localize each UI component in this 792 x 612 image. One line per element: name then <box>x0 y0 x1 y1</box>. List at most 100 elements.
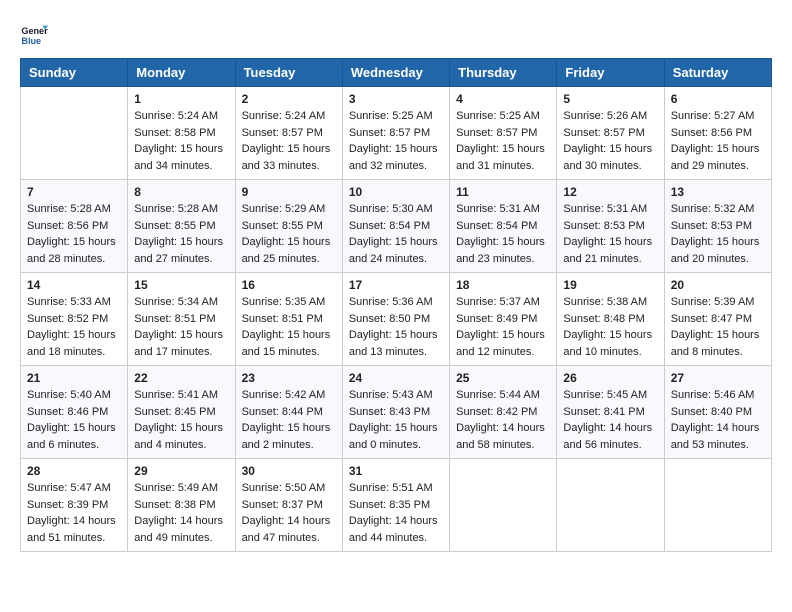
sunrise-text: Sunrise: 5:31 AM <box>456 203 540 215</box>
calendar-cell: 5 Sunrise: 5:26 AM Sunset: 8:57 PM Dayli… <box>557 87 664 180</box>
header-cell-sunday: Sunday <box>21 59 128 87</box>
sunset-text: Sunset: 8:57 PM <box>242 127 323 139</box>
sunset-text: Sunset: 8:48 PM <box>563 313 644 325</box>
day-info: Sunrise: 5:51 AM Sunset: 8:35 PM Dayligh… <box>349 480 443 546</box>
calendar-cell: 26 Sunrise: 5:45 AM Sunset: 8:41 PM Dayl… <box>557 366 664 459</box>
sunset-text: Sunset: 8:54 PM <box>456 220 537 232</box>
calendar-cell: 2 Sunrise: 5:24 AM Sunset: 8:57 PM Dayli… <box>235 87 342 180</box>
sunset-text: Sunset: 8:55 PM <box>242 220 323 232</box>
day-info: Sunrise: 5:31 AM Sunset: 8:53 PM Dayligh… <box>563 201 657 267</box>
daylight-text: Daylight: 15 hours and 24 minutes. <box>349 236 438 265</box>
day-number: 15 <box>134 278 228 292</box>
sunset-text: Sunset: 8:37 PM <box>242 499 323 511</box>
svg-text:Blue: Blue <box>21 36 41 46</box>
sunrise-text: Sunrise: 5:28 AM <box>134 203 218 215</box>
daylight-text: Daylight: 15 hours and 13 minutes. <box>349 329 438 358</box>
sunrise-text: Sunrise: 5:36 AM <box>349 296 433 308</box>
day-number: 13 <box>671 185 765 199</box>
sunset-text: Sunset: 8:45 PM <box>134 406 215 418</box>
calendar-cell: 11 Sunrise: 5:31 AM Sunset: 8:54 PM Dayl… <box>450 180 557 273</box>
sunrise-text: Sunrise: 5:34 AM <box>134 296 218 308</box>
daylight-text: Daylight: 14 hours and 56 minutes. <box>563 422 652 451</box>
sunset-text: Sunset: 8:43 PM <box>349 406 430 418</box>
daylight-text: Daylight: 15 hours and 29 minutes. <box>671 143 760 172</box>
sunrise-text: Sunrise: 5:38 AM <box>563 296 647 308</box>
day-info: Sunrise: 5:33 AM Sunset: 8:52 PM Dayligh… <box>27 294 121 360</box>
day-info: Sunrise: 5:50 AM Sunset: 8:37 PM Dayligh… <box>242 480 336 546</box>
day-number: 8 <box>134 185 228 199</box>
calendar-cell: 15 Sunrise: 5:34 AM Sunset: 8:51 PM Dayl… <box>128 273 235 366</box>
sunset-text: Sunset: 8:49 PM <box>456 313 537 325</box>
calendar-cell: 3 Sunrise: 5:25 AM Sunset: 8:57 PM Dayli… <box>342 87 449 180</box>
day-info: Sunrise: 5:24 AM Sunset: 8:58 PM Dayligh… <box>134 108 228 174</box>
calendar-cell: 22 Sunrise: 5:41 AM Sunset: 8:45 PM Dayl… <box>128 366 235 459</box>
sunrise-text: Sunrise: 5:30 AM <box>349 203 433 215</box>
sunset-text: Sunset: 8:52 PM <box>27 313 108 325</box>
sunrise-text: Sunrise: 5:51 AM <box>349 482 433 494</box>
day-number: 30 <box>242 464 336 478</box>
logo: General Blue <box>20 20 48 48</box>
sunrise-text: Sunrise: 5:46 AM <box>671 389 755 401</box>
daylight-text: Daylight: 15 hours and 18 minutes. <box>27 329 116 358</box>
day-info: Sunrise: 5:25 AM Sunset: 8:57 PM Dayligh… <box>456 108 550 174</box>
daylight-text: Daylight: 15 hours and 20 minutes. <box>671 236 760 265</box>
day-info: Sunrise: 5:42 AM Sunset: 8:44 PM Dayligh… <box>242 387 336 453</box>
daylight-text: Daylight: 15 hours and 28 minutes. <box>27 236 116 265</box>
sunset-text: Sunset: 8:51 PM <box>134 313 215 325</box>
sunset-text: Sunset: 8:42 PM <box>456 406 537 418</box>
day-number: 24 <box>349 371 443 385</box>
sunrise-text: Sunrise: 5:24 AM <box>134 110 218 122</box>
daylight-text: Daylight: 14 hours and 49 minutes. <box>134 515 223 544</box>
daylight-text: Daylight: 15 hours and 2 minutes. <box>242 422 331 451</box>
sunrise-text: Sunrise: 5:28 AM <box>27 203 111 215</box>
sunrise-text: Sunrise: 5:44 AM <box>456 389 540 401</box>
day-number: 12 <box>563 185 657 199</box>
calendar-cell: 19 Sunrise: 5:38 AM Sunset: 8:48 PM Dayl… <box>557 273 664 366</box>
sunrise-text: Sunrise: 5:39 AM <box>671 296 755 308</box>
sunrise-text: Sunrise: 5:24 AM <box>242 110 326 122</box>
day-number: 16 <box>242 278 336 292</box>
day-info: Sunrise: 5:37 AM Sunset: 8:49 PM Dayligh… <box>456 294 550 360</box>
daylight-text: Daylight: 15 hours and 21 minutes. <box>563 236 652 265</box>
day-info: Sunrise: 5:26 AM Sunset: 8:57 PM Dayligh… <box>563 108 657 174</box>
day-info: Sunrise: 5:40 AM Sunset: 8:46 PM Dayligh… <box>27 387 121 453</box>
day-info: Sunrise: 5:28 AM Sunset: 8:55 PM Dayligh… <box>134 201 228 267</box>
calendar-cell: 30 Sunrise: 5:50 AM Sunset: 8:37 PM Dayl… <box>235 459 342 552</box>
calendar-cell: 28 Sunrise: 5:47 AM Sunset: 8:39 PM Dayl… <box>21 459 128 552</box>
daylight-text: Daylight: 15 hours and 32 minutes. <box>349 143 438 172</box>
daylight-text: Daylight: 15 hours and 34 minutes. <box>134 143 223 172</box>
daylight-text: Daylight: 15 hours and 8 minutes. <box>671 329 760 358</box>
day-number: 3 <box>349 92 443 106</box>
sunset-text: Sunset: 8:57 PM <box>563 127 644 139</box>
calendar-cell: 12 Sunrise: 5:31 AM Sunset: 8:53 PM Dayl… <box>557 180 664 273</box>
header-cell-friday: Friday <box>557 59 664 87</box>
header-cell-thursday: Thursday <box>450 59 557 87</box>
daylight-text: Daylight: 15 hours and 10 minutes. <box>563 329 652 358</box>
daylight-text: Daylight: 15 hours and 0 minutes. <box>349 422 438 451</box>
day-number: 6 <box>671 92 765 106</box>
sunset-text: Sunset: 8:55 PM <box>134 220 215 232</box>
day-info: Sunrise: 5:41 AM Sunset: 8:45 PM Dayligh… <box>134 387 228 453</box>
sunrise-text: Sunrise: 5:33 AM <box>27 296 111 308</box>
calendar-cell: 13 Sunrise: 5:32 AM Sunset: 8:53 PM Dayl… <box>664 180 771 273</box>
sunset-text: Sunset: 8:50 PM <box>349 313 430 325</box>
calendar-cell <box>21 87 128 180</box>
sunset-text: Sunset: 8:38 PM <box>134 499 215 511</box>
calendar-cell: 17 Sunrise: 5:36 AM Sunset: 8:50 PM Dayl… <box>342 273 449 366</box>
day-number: 11 <box>456 185 550 199</box>
daylight-text: Daylight: 14 hours and 58 minutes. <box>456 422 545 451</box>
sunrise-text: Sunrise: 5:25 AM <box>456 110 540 122</box>
daylight-text: Daylight: 15 hours and 30 minutes. <box>563 143 652 172</box>
day-info: Sunrise: 5:35 AM Sunset: 8:51 PM Dayligh… <box>242 294 336 360</box>
day-number: 10 <box>349 185 443 199</box>
calendar-cell: 16 Sunrise: 5:35 AM Sunset: 8:51 PM Dayl… <box>235 273 342 366</box>
calendar-cell: 9 Sunrise: 5:29 AM Sunset: 8:55 PM Dayli… <box>235 180 342 273</box>
day-info: Sunrise: 5:47 AM Sunset: 8:39 PM Dayligh… <box>27 480 121 546</box>
sunset-text: Sunset: 8:57 PM <box>349 127 430 139</box>
week-row-4: 21 Sunrise: 5:40 AM Sunset: 8:46 PM Dayl… <box>21 366 772 459</box>
day-number: 20 <box>671 278 765 292</box>
sunset-text: Sunset: 8:46 PM <box>27 406 108 418</box>
sunrise-text: Sunrise: 5:47 AM <box>27 482 111 494</box>
sunrise-text: Sunrise: 5:25 AM <box>349 110 433 122</box>
day-info: Sunrise: 5:38 AM Sunset: 8:48 PM Dayligh… <box>563 294 657 360</box>
